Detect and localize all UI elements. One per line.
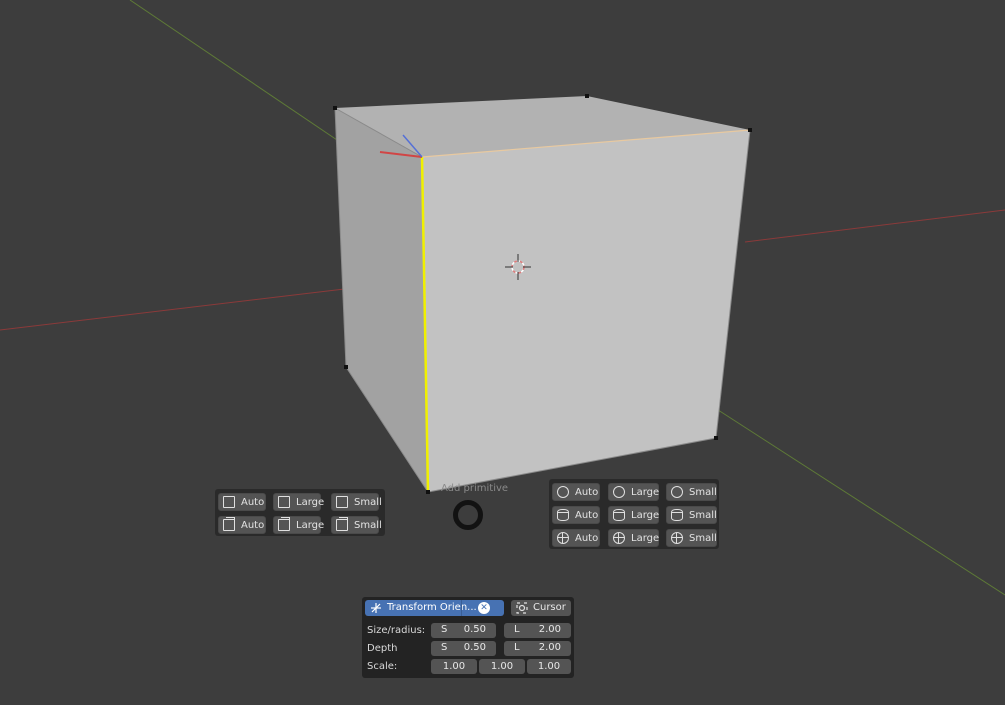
circle-icon <box>557 486 569 498</box>
plane-icon <box>336 496 348 508</box>
pie-group-circle-cylinder-sphere: Auto Large Small Auto Large Small Auto L… <box>549 479 719 549</box>
sphere-icon <box>557 532 569 544</box>
sphere-icon <box>671 532 683 544</box>
plane-icon <box>278 496 290 508</box>
add-plane-auto-button[interactable]: Auto <box>218 493 266 511</box>
size-radius-label: Size/radius: <box>367 625 426 636</box>
cylinder-icon <box>557 509 569 521</box>
add-circle-small-button[interactable]: Small <box>666 483 717 501</box>
add-cylinder-large-button[interactable]: Large <box>608 506 659 524</box>
transform-orientation-button[interactable]: Transform Orien... ✕ <box>365 600 504 616</box>
scale-label: Scale: <box>367 661 398 672</box>
cursor-label: Cursor <box>533 602 566 613</box>
cursor-button[interactable]: Cursor <box>511 600 571 616</box>
size-radius-large-field[interactable]: L 2.00 <box>504 623 571 638</box>
add-circle-auto-button[interactable]: Auto <box>552 483 600 501</box>
pie-group-plane-cube: Auto Large Small Auto Large Small <box>215 489 385 536</box>
depth-small-field[interactable]: S 0.50 <box>431 641 496 656</box>
scale-z-field[interactable]: 1.00 <box>527 659 571 674</box>
transform-orientation-label: Transform Orien... <box>387 602 477 613</box>
add-plane-small-button[interactable]: Small <box>331 493 382 511</box>
add-cylinder-auto-button[interactable]: Auto <box>552 506 600 524</box>
add-sphere-auto-button[interactable]: Auto <box>552 529 600 547</box>
cylinder-icon <box>613 509 625 521</box>
sphere-icon <box>613 532 625 544</box>
transform-orientation-icon <box>371 603 381 613</box>
cube-icon <box>223 517 235 531</box>
plane-icon <box>223 496 235 508</box>
add-cube-large-button[interactable]: Large <box>273 516 324 534</box>
cube-front-face[interactable] <box>422 130 750 492</box>
add-cube-small-button[interactable]: Small <box>331 516 382 534</box>
add-circle-large-button[interactable]: Large <box>608 483 659 501</box>
pie-menu-title: Add primitive <box>441 483 509 494</box>
clear-x-icon[interactable]: ✕ <box>478 602 490 614</box>
scale-x-field[interactable]: 1.00 <box>431 659 477 674</box>
add-cube-auto-button[interactable]: Auto <box>218 516 266 534</box>
depth-label: Depth <box>367 643 398 654</box>
cursor-target-icon <box>516 602 528 614</box>
add-sphere-small-button[interactable]: Small <box>666 529 717 547</box>
cube-icon <box>336 517 348 531</box>
add-sphere-large-button[interactable]: Large <box>608 529 659 547</box>
cylinder-icon <box>671 509 683 521</box>
add-cylinder-small-button[interactable]: Small <box>666 506 717 524</box>
operator-panel: Transform Orien... ✕ Cursor Size/radius:… <box>362 597 574 678</box>
circle-icon <box>671 486 683 498</box>
size-radius-small-field[interactable]: S 0.50 <box>431 623 496 638</box>
depth-large-field[interactable]: L 2.00 <box>504 641 571 656</box>
scale-y-field[interactable]: 1.00 <box>479 659 525 674</box>
add-plane-large-button[interactable]: Large <box>273 493 324 511</box>
pie-center-ring <box>453 500 483 530</box>
circle-icon <box>613 486 625 498</box>
cube-icon <box>278 517 290 531</box>
